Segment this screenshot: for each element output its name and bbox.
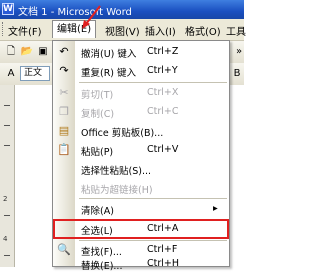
arrow-shaft [85,5,101,25]
annotation-arrow [82,5,101,29]
